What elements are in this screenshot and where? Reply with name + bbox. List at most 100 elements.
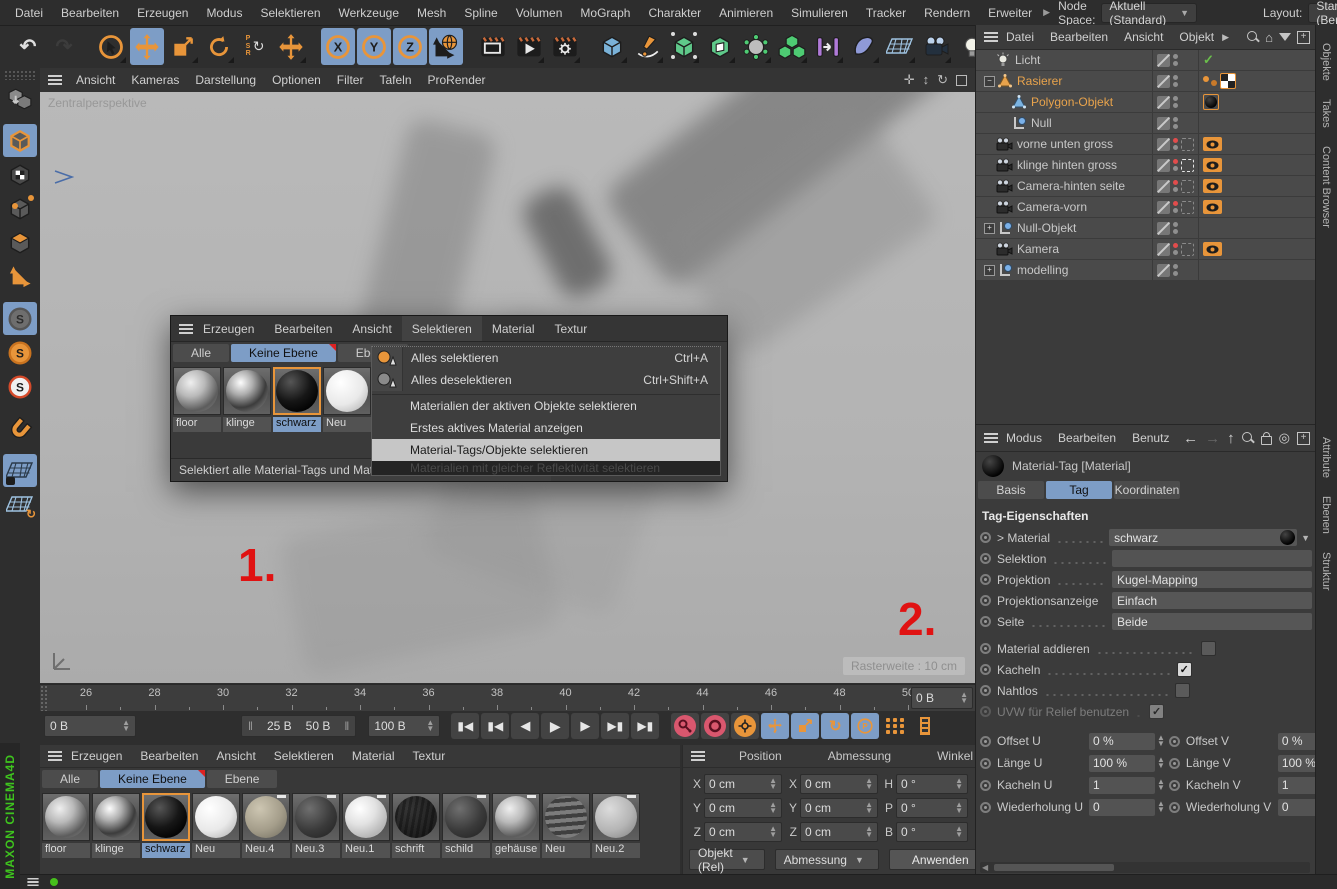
viewport-menu-kameras[interactable]: Kameras	[123, 73, 187, 87]
layer-toggle-icon[interactable]	[1157, 180, 1170, 193]
coord-field-y[interactable]: 0 cm▲▼	[704, 798, 782, 818]
visibility-dots-icon[interactable]	[1173, 222, 1178, 234]
workplane-rotate-button[interactable]: ↻	[3, 488, 37, 521]
matman-menu-ansicht[interactable]: Ansicht	[207, 749, 264, 763]
matman-tab-keine-ebene[interactable]: Keine Ebene	[100, 770, 205, 788]
attr-menu-bearbeiten[interactable]: Bearbeiten	[1050, 431, 1124, 445]
magnet-button[interactable]	[3, 412, 37, 445]
keyframe-circle-icon[interactable]	[980, 595, 991, 606]
attr-tab-koordinaten[interactable]: Koordinaten	[1114, 481, 1180, 499]
render-visibility-icon[interactable]	[1181, 138, 1194, 151]
autokey-button[interactable]	[701, 713, 729, 739]
layout-select[interactable]: Start (Benutzer)▼	[1308, 3, 1337, 23]
layer-toggle-icon[interactable]	[1157, 201, 1170, 214]
protection-eye-tag-icon[interactable]	[1203, 179, 1222, 193]
menu-item-materialien-mit-gleicher-reflektivität-s[interactable]: Materialien mit gleicher Reflektivität s…	[372, 461, 720, 475]
material-klinge[interactable]: klinge	[92, 793, 140, 858]
side-tab-takes[interactable]: Takes	[1320, 91, 1332, 136]
window-menu-icon[interactable]	[179, 324, 193, 334]
menu-mesh[interactable]: Mesh	[408, 6, 455, 20]
menu-charakter[interactable]: Charakter	[639, 6, 710, 20]
menu-animieren[interactable]: Animieren	[710, 6, 782, 20]
collapse-icon[interactable]: −	[984, 76, 995, 87]
menu-simulieren[interactable]: Simulieren	[782, 6, 857, 20]
layer-toggle-icon[interactable]	[1157, 138, 1170, 151]
keyframe-circle-icon[interactable]	[980, 553, 991, 564]
keyframe-circle-icon[interactable]	[980, 736, 991, 747]
matman-tab-ebene[interactable]: Ebene	[207, 770, 278, 788]
object-row-klinge-hinten-gross[interactable]: klinge hinten gross	[976, 155, 1316, 175]
add-panel-icon[interactable]: +	[1297, 432, 1310, 445]
matman-menu-textur[interactable]: Textur	[404, 749, 455, 763]
move-button[interactable]	[130, 28, 164, 65]
viewport-menu-darstellung[interactable]: Darstellung	[187, 73, 264, 87]
scale-button[interactable]	[166, 28, 200, 65]
material-schild[interactable]: schild	[442, 793, 490, 858]
layer-toggle-icon[interactable]	[1157, 117, 1170, 130]
material-schwarz[interactable]: schwarz	[142, 793, 190, 858]
goto-end-button[interactable]: ▶▮	[631, 713, 659, 739]
floatwin-tab-keine-ebene[interactable]: Keine Ebene	[231, 344, 336, 362]
snap-target-button[interactable]: S	[3, 370, 37, 403]
layer-toggle-icon[interactable]	[1157, 75, 1170, 88]
object-name[interactable]: Null-Objekt	[1013, 221, 1076, 235]
forward-icon[interactable]: →	[1205, 430, 1220, 447]
render-view-button[interactable]	[476, 28, 510, 65]
object-row-null-objekt[interactable]: +Null-Objekt	[976, 218, 1316, 238]
material-Neu[interactable]: Neu	[323, 367, 371, 432]
object-row-kamera[interactable]: Kamera	[976, 239, 1316, 259]
floatwin-menu-selektieren[interactable]: Selektieren	[402, 316, 482, 341]
attr-menu-benutz[interactable]: Benutz	[1124, 431, 1177, 445]
menu-erzeugen[interactable]: Erzeugen	[128, 6, 197, 20]
menu-spline[interactable]: Spline	[455, 6, 506, 20]
coordinates-menu-icon[interactable]	[691, 751, 705, 761]
lock-icon[interactable]	[1261, 436, 1272, 445]
live-selection-button[interactable]	[94, 28, 128, 65]
key-parameter-button[interactable]: P	[851, 713, 879, 739]
coord-field-y[interactable]: 0 cm▲▼	[800, 798, 878, 818]
edit-cube-button[interactable]	[667, 28, 701, 65]
viewport-menu-icon[interactable]	[48, 75, 62, 85]
redo-button[interactable]: ↷	[47, 28, 81, 65]
material-Neu[interactable]: Neu	[192, 793, 240, 858]
undo-button[interactable]: ↶	[11, 28, 45, 65]
end-frame-field[interactable]: 100 B▲▼	[368, 715, 440, 737]
side-tab-attribute[interactable]: Attribute	[1320, 429, 1332, 486]
keyframe-circle-icon[interactable]	[1169, 780, 1180, 791]
viewport-pan-icon[interactable]: ✛	[904, 72, 915, 88]
object-name[interactable]: modelling	[1013, 263, 1068, 277]
visibility-dots-icon[interactable]	[1173, 180, 1178, 192]
material-gehäuse[interactable]: gehäuse	[492, 793, 540, 858]
object-name[interactable]: Null	[1027, 116, 1052, 130]
node-space-select[interactable]: Aktuell (Standard)▼	[1101, 3, 1197, 23]
floatwin-menu-erzeugen[interactable]: Erzeugen	[193, 322, 264, 336]
coord-field-z[interactable]: 0 cm▲▼	[704, 822, 782, 842]
menu-rendern[interactable]: Rendern	[915, 6, 979, 20]
matman-menu-selektieren[interactable]: Selektieren	[265, 749, 343, 763]
chevron-down-icon[interactable]: ▼	[1301, 533, 1310, 543]
add-panel-icon[interactable]: +	[1297, 31, 1310, 44]
layer-toggle-icon[interactable]	[1157, 96, 1170, 109]
viewport-rotate-icon[interactable]: ↻	[937, 72, 948, 88]
floatwin-menu-ansicht[interactable]: Ansicht	[342, 322, 401, 336]
snap-mode-button[interactable]: S	[3, 336, 37, 369]
goto-start-button[interactable]: ▮◀	[451, 713, 479, 739]
material-floor[interactable]: floor	[173, 367, 221, 432]
start-frame-field[interactable]: 0 B▲▼	[44, 715, 136, 737]
viewport-maximize-icon[interactable]	[956, 75, 967, 86]
matman-menu-bearbeiten[interactable]: Bearbeiten	[131, 749, 207, 763]
value-field[interactable]: 0	[1089, 799, 1155, 816]
keyframe-circle-icon[interactable]	[980, 802, 991, 813]
prev-key-button[interactable]: ▮◀	[481, 713, 509, 739]
keyframe-circle-icon[interactable]	[1169, 802, 1180, 813]
target-icon[interactable]: ◎	[1279, 430, 1290, 446]
visibility-dots-icon[interactable]	[1173, 96, 1178, 108]
matman-menu-erzeugen[interactable]: Erzeugen	[62, 749, 131, 763]
polygons-mode-button[interactable]	[3, 226, 37, 259]
enabled-check-icon[interactable]: ✓	[1203, 52, 1214, 68]
viewport-menu-prorender[interactable]: ProRender	[420, 73, 494, 87]
object-name[interactable]: klinge hinten gross	[1013, 158, 1117, 172]
object-row-camera-vorn[interactable]: Camera-vorn	[976, 197, 1316, 217]
keyframe-circle-icon[interactable]	[980, 664, 991, 675]
matman-menu-material[interactable]: Material	[343, 749, 404, 763]
